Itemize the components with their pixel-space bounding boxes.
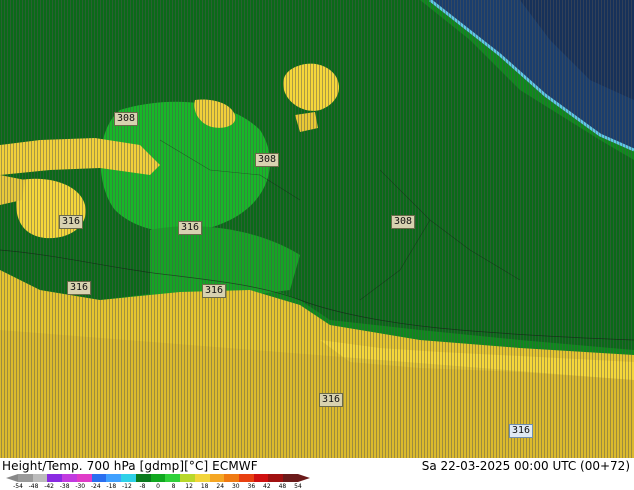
colorbar-tick-label: -30 — [75, 483, 86, 490]
contour-label: 308 — [255, 153, 280, 167]
colorbar-segment — [135, 474, 151, 482]
colorbar-arrow-left-icon — [6, 474, 18, 482]
colorbar-segment — [106, 474, 122, 482]
colorbar-segment — [62, 474, 77, 482]
weather-map: 308 308 308 316 316 316 316 316 316 — [0, 0, 634, 458]
colorbar-arrow-right-icon — [298, 474, 310, 482]
map-title: Height/Temp. 700 hPa [gdmp][°C] ECMWF — [2, 459, 258, 473]
colorbar-segment — [32, 474, 48, 482]
colorbar-segment — [239, 474, 254, 482]
colorbar-tick-label: 36 — [247, 483, 256, 490]
colorbar-segment — [194, 474, 210, 482]
colorbar-segment — [180, 474, 195, 482]
contour-label: 316 — [319, 393, 344, 407]
colorbar-tick-label: 42 — [263, 483, 271, 490]
colorbar-tick-label: -12 — [121, 483, 132, 490]
colorbar-tick-label: -18 — [106, 483, 117, 490]
colorbar-ticks: -54 -48 -42 -38 -30 -24 -18 -12 -8 0 8 12 18 24 30 36 42… — [13, 483, 302, 490]
colorbar-tick-label: 0 — [156, 483, 160, 490]
colorbar-tick-label: 48 — [278, 483, 287, 490]
colorbar-segment — [209, 474, 225, 482]
colorbar-segment — [76, 474, 92, 482]
contour-label: 308 — [114, 112, 139, 126]
colorbar-tick-label: -38 — [59, 483, 70, 490]
colorbar-tick-label: 8 — [171, 483, 176, 490]
map-hatch-light-overlay — [0, 0, 634, 458]
colorbar-segment — [150, 474, 166, 482]
map-footer: Height/Temp. 700 hPa [gdmp][°C] ECMWF Sa… — [0, 458, 634, 490]
colorbar-segment — [268, 474, 284, 482]
colorbar-tick-label: 18 — [200, 483, 209, 490]
colorbar-tick-label: -48 — [28, 483, 39, 490]
contour-label: 316 — [509, 424, 534, 438]
colorbar-segment — [283, 474, 298, 482]
colorbar-tick-label: 30 — [231, 483, 240, 490]
colorbar-segment — [91, 474, 107, 482]
contour-label: 316 — [202, 284, 227, 298]
colorbar — [18, 474, 298, 482]
colorbar-tick-label: -42 — [44, 483, 55, 490]
colorbar-tick-label: 12 — [185, 483, 193, 490]
contour-label: 308 — [391, 215, 416, 229]
colorbar-tick-label: -8 — [139, 483, 146, 490]
contour-label: 316 — [67, 281, 92, 295]
contour-label: 316 — [178, 221, 203, 235]
colorbar-segment — [47, 474, 63, 482]
colorbar-tick-label: 54 — [294, 483, 302, 490]
colorbar-tick-label: 24 — [216, 483, 225, 490]
colorbar-segment — [165, 474, 181, 482]
contour-label: 316 — [59, 215, 84, 229]
colorbar-tick-label: -24 — [90, 483, 101, 490]
colorbar-segment — [253, 474, 269, 482]
colorbar-segment — [224, 474, 240, 482]
colorbar-segment — [121, 474, 136, 482]
valid-time: Sa 22-03-2025 00:00 UTC (00+72) — [421, 459, 630, 473]
colorbar-segment — [18, 474, 33, 482]
colorbar-tick-label: -54 — [13, 483, 23, 490]
